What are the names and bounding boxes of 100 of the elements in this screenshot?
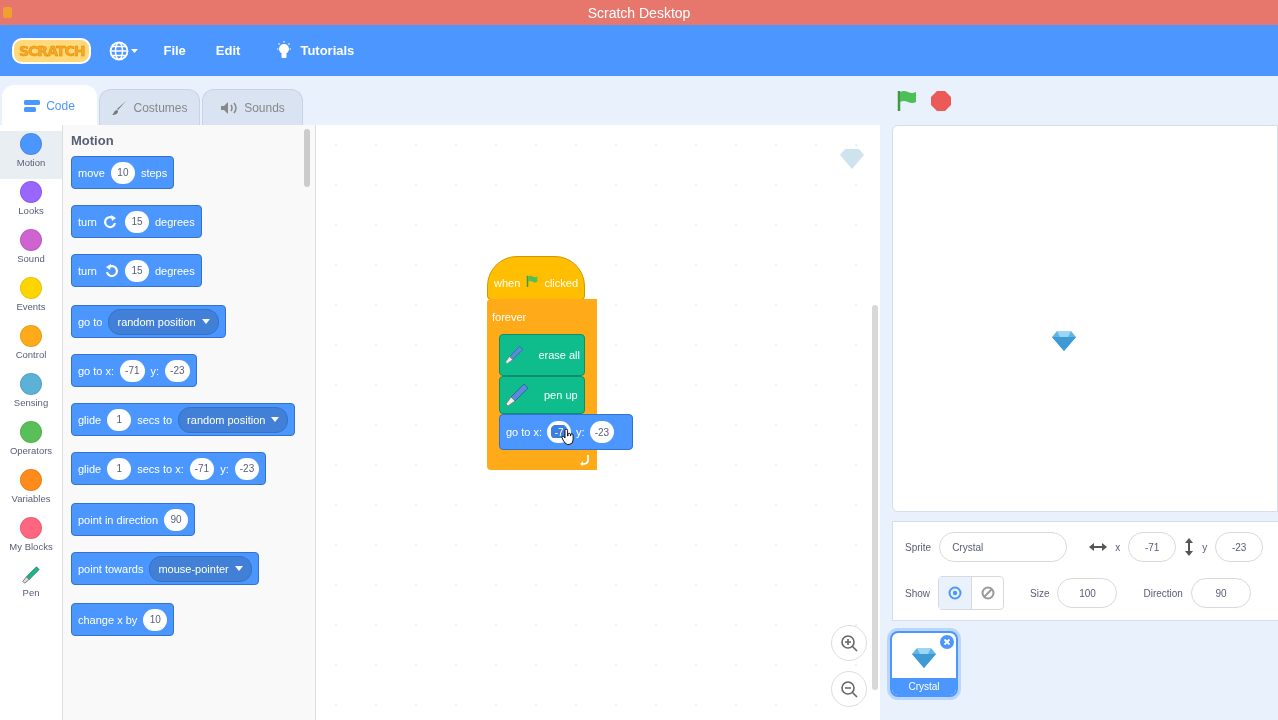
caret-icon (271, 417, 280, 422)
sprite-icon (839, 148, 865, 170)
field-label: y (1202, 541, 1208, 553)
crystal-sprite[interactable] (1051, 330, 1077, 352)
vertical-arrow-icon (1184, 538, 1195, 556)
motion-block[interactable]: go to x: -7 y: -23 (499, 414, 633, 450)
motion-block[interactable]: move 10 steps (71, 156, 175, 189)
code-blocks-icon (24, 99, 41, 112)
number-input[interactable]: 15 (124, 210, 149, 233)
category-item[interactable]: Motion (0, 131, 62, 179)
scrollbar[interactable] (304, 129, 310, 187)
block-label: turn (78, 215, 97, 228)
rotate-right-icon (102, 213, 119, 230)
field-label: Direction (1143, 587, 1183, 599)
hand-cursor-icon (561, 429, 575, 445)
motion-block[interactable]: glide 1 secs to x: -71 y: -23 (71, 452, 267, 485)
block-label: y: (150, 364, 160, 377)
lightbulb-icon (276, 40, 293, 61)
block-label: move (78, 166, 105, 179)
field-label: Show (905, 587, 930, 599)
number-input[interactable]: -71 (189, 457, 215, 480)
block-label: glide (78, 462, 102, 475)
category-item[interactable]: Sensing (0, 371, 62, 419)
category-item[interactable]: Looks (0, 179, 62, 227)
category-item[interactable]: My Blocks (0, 515, 62, 563)
block-label: change x by (78, 613, 138, 626)
pen-icon (504, 382, 530, 408)
block-label: forever (491, 309, 528, 325)
motion-block[interactable]: turn 15 degrees (71, 254, 202, 287)
motion-block[interactable]: glide 1 secs to random position (71, 403, 296, 436)
block-label: clicked (544, 277, 578, 289)
number-input[interactable]: 10 (143, 608, 168, 631)
field-label: x (1115, 541, 1121, 553)
motion-block[interactable]: go to random position (71, 305, 226, 338)
language-menu[interactable] (109, 40, 140, 61)
number-input[interactable]: 90 (164, 508, 189, 531)
caret-icon (234, 566, 243, 571)
category-heading: Motion (71, 133, 115, 148)
crystal-thumbnail (911, 647, 937, 669)
eye-icon (948, 586, 962, 600)
app-icon (3, 7, 12, 18)
motion-block[interactable]: point towards mouse-pointer (71, 552, 259, 585)
block-dropdown[interactable]: random position (178, 406, 289, 433)
block-label: secs to x: (137, 462, 184, 475)
block-label: glide (78, 413, 102, 426)
category-item[interactable]: Control (0, 323, 62, 371)
zoom-in-button[interactable] (831, 625, 867, 661)
block-dropdown[interactable]: mouse-pointer (149, 555, 252, 582)
block-label: point in direction (78, 513, 159, 526)
zoom-in-icon (840, 634, 858, 652)
brush-icon (111, 99, 128, 116)
block-label: secs to (137, 413, 173, 426)
flag-icon (896, 89, 918, 112)
loop-arrow-icon (579, 454, 591, 466)
number-input[interactable]: -23 (234, 457, 260, 480)
block-label: go to x: (506, 426, 543, 438)
field-label: Sprite (905, 541, 932, 553)
block-label: erase all (538, 349, 580, 361)
block-label: steps (140, 166, 168, 179)
zoom-out-button[interactable] (831, 671, 867, 707)
category-item[interactable]: Variables (0, 467, 62, 515)
category-item[interactable]: Pen (0, 563, 62, 611)
block-label: y: (576, 426, 585, 438)
motion-block[interactable]: turn 15 degrees (71, 205, 202, 238)
block-label: degrees (154, 215, 195, 228)
category-item[interactable]: Operators (0, 419, 62, 467)
flag-button[interactable] (895, 88, 919, 113)
show-button[interactable] (939, 577, 971, 609)
category-item[interactable]: Sound (0, 227, 62, 275)
speaker-icon (220, 100, 239, 115)
block-label: turn (78, 264, 97, 277)
motion-block[interactable]: change x by 10 (71, 603, 175, 636)
number-input[interactable]: 15 (124, 259, 149, 282)
block-label: point towards (78, 562, 144, 575)
motion-block[interactable]: point in direction 90 (71, 503, 196, 536)
block-label: when (494, 277, 521, 289)
stop-icon (930, 89, 952, 112)
number-input[interactable]: 1 (107, 408, 132, 431)
number-input[interactable]: 1 (107, 457, 132, 480)
block-label: go to (78, 315, 103, 328)
block-label: y: (220, 462, 229, 475)
horizontal-arrow-icon (1089, 542, 1108, 552)
scrollbar[interactable] (872, 305, 878, 690)
number-input[interactable]: -23 (589, 421, 615, 443)
zoom-out-icon (840, 680, 858, 698)
block-dropdown[interactable]: random position (108, 308, 219, 335)
motion-block[interactable]: go to x: -71 y: -23 (71, 354, 197, 387)
flag-icon (526, 273, 539, 289)
eye-slash-icon (980, 586, 995, 600)
number-input[interactable]: 10 (110, 161, 135, 184)
stop-button[interactable] (929, 88, 953, 113)
field-label: Size (1030, 587, 1050, 599)
number-input[interactable]: -23 (165, 359, 190, 382)
block-label: go to x: (78, 364, 115, 377)
number-input[interactable]: -71 (120, 359, 145, 382)
category-item[interactable]: Events (0, 275, 62, 323)
delete-icon[interactable] (940, 635, 954, 649)
window-title: Scratch Desktop (586, 4, 692, 21)
block-label: degrees (154, 264, 195, 277)
block-label: pen up (544, 389, 578, 401)
